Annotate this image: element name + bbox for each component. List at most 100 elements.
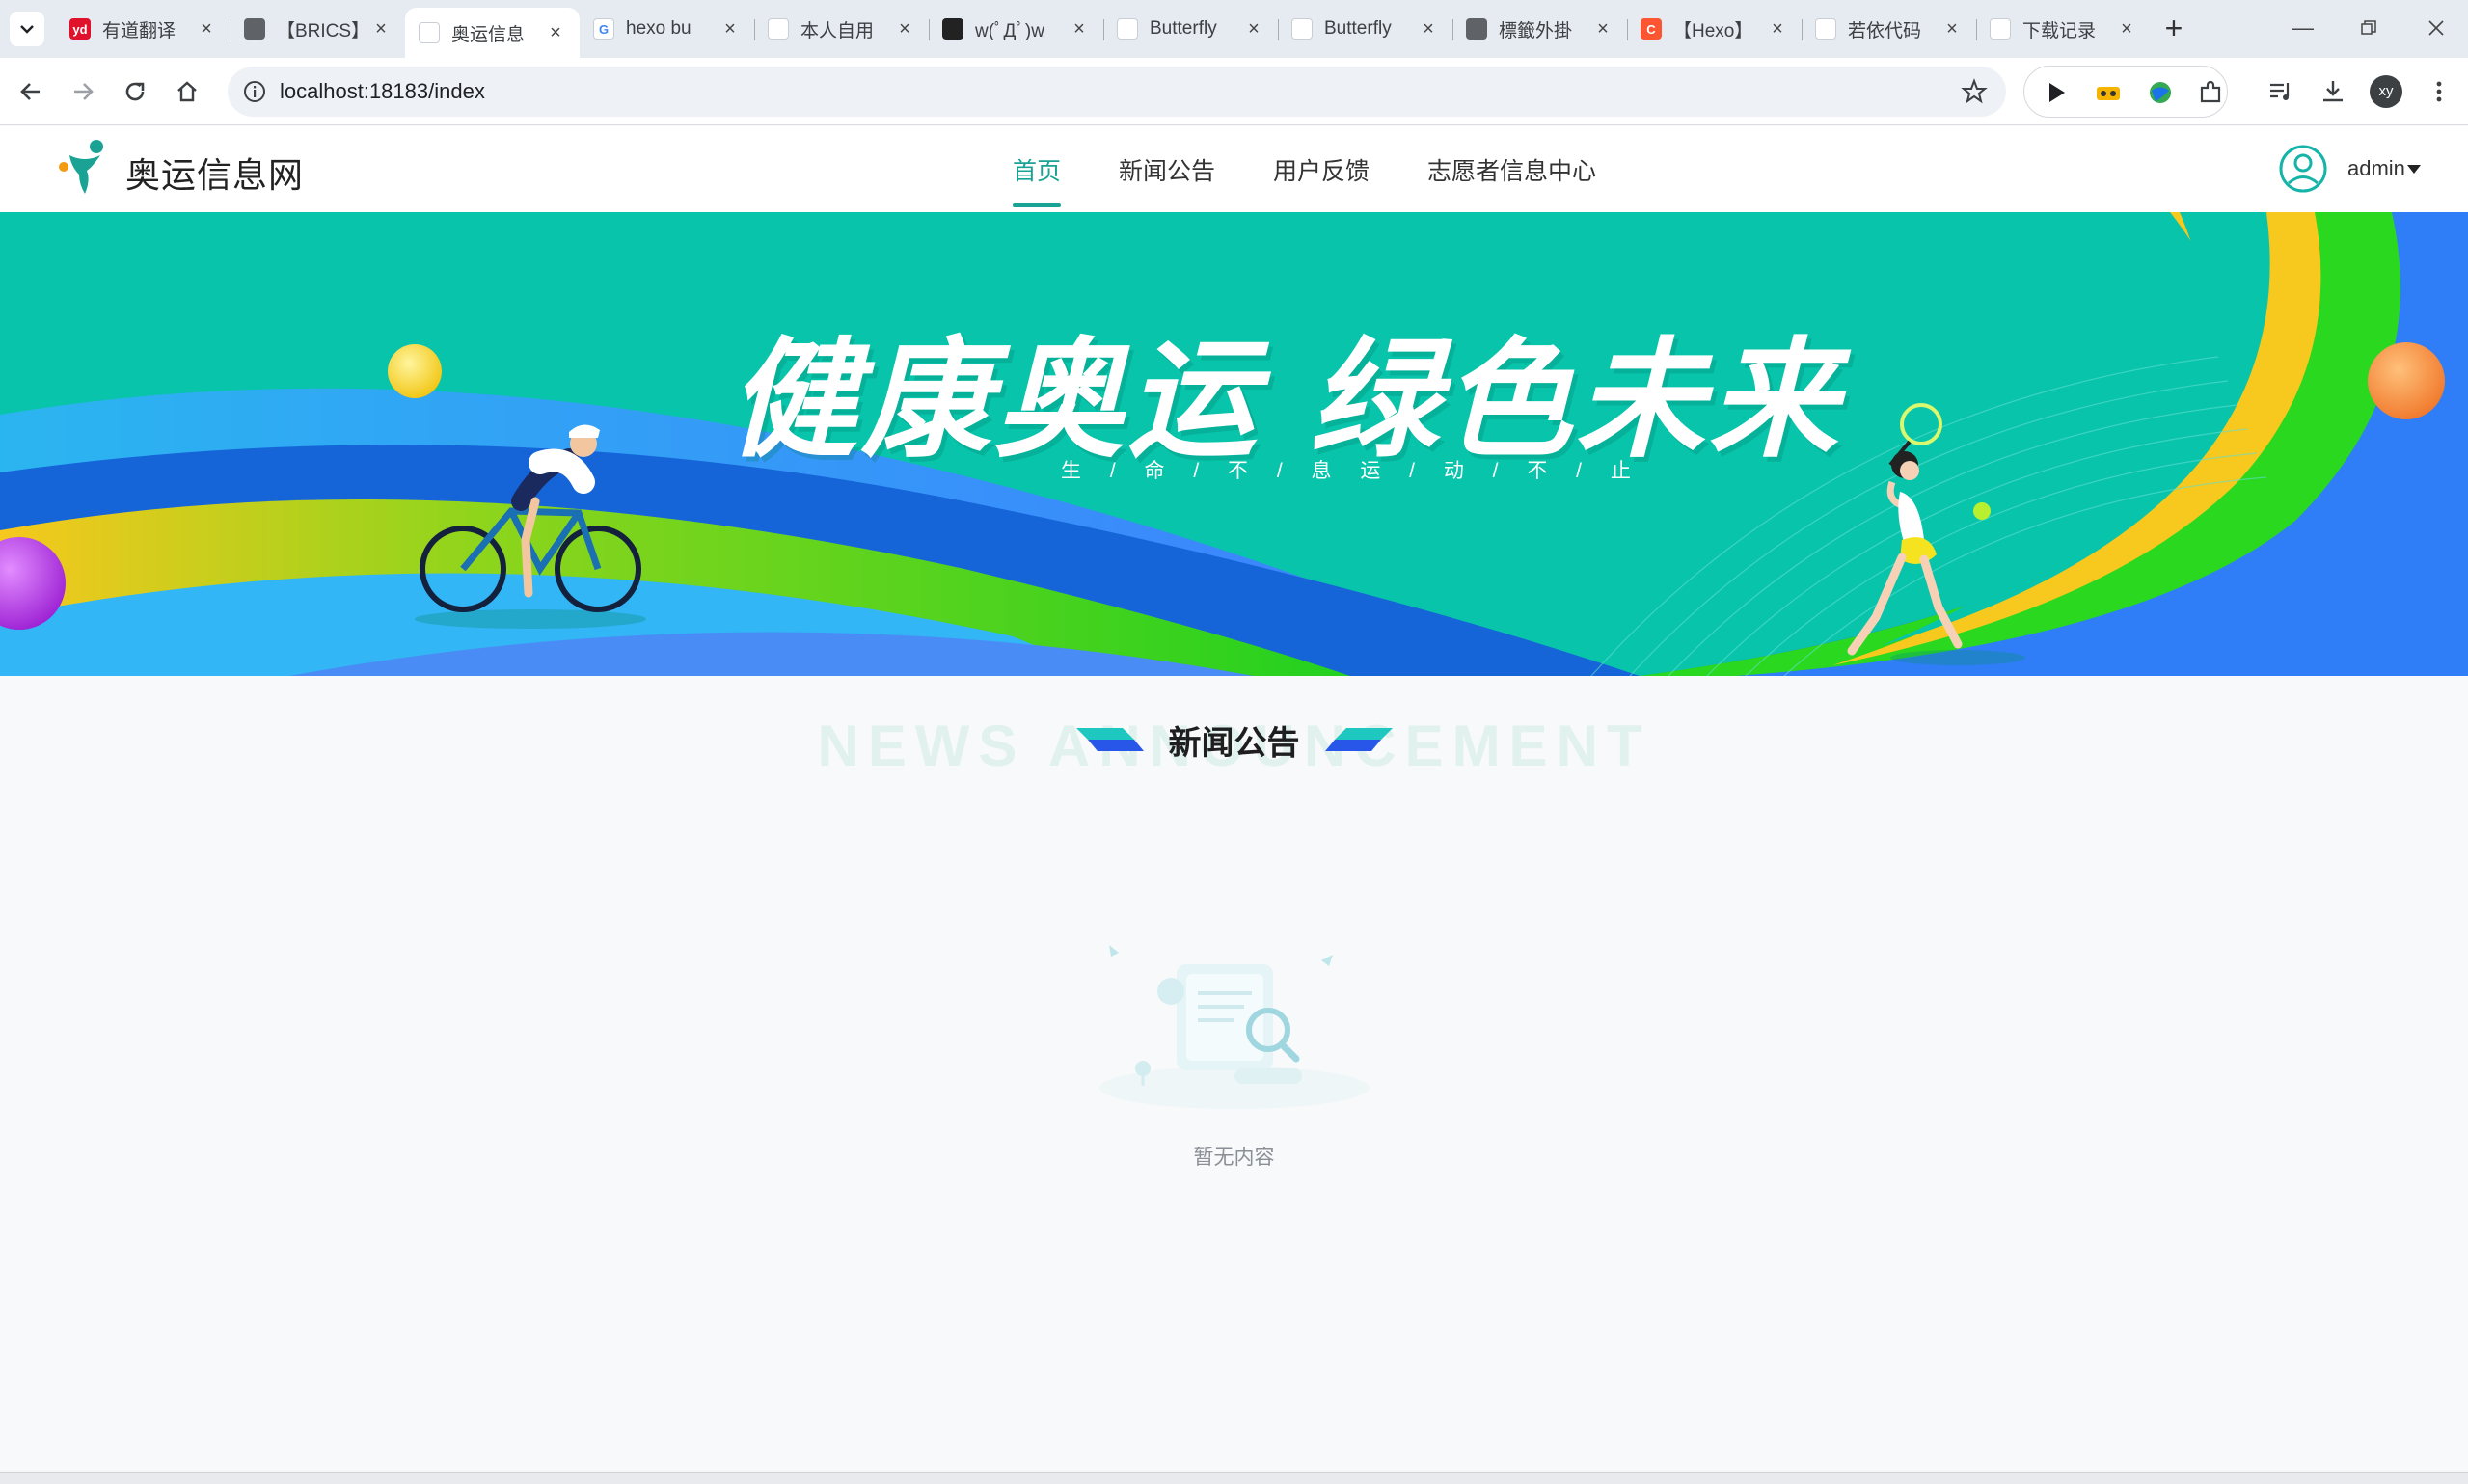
browser-tab[interactable]: 【BRICS】 × xyxy=(231,8,405,50)
tab-title: 下载记录 xyxy=(2022,20,2097,41)
globe-icon xyxy=(244,18,265,40)
browser-tab[interactable]: yd 有道翻译 × xyxy=(56,8,231,50)
tab-title: hexo bu xyxy=(626,18,692,39)
browser-tab[interactable]: 標籤外掛 × xyxy=(1452,8,1627,50)
browser-tab[interactable]: 本人自用 × xyxy=(754,8,929,50)
nav-volunteer-center[interactable]: 志愿者信息中心 xyxy=(1427,126,1596,212)
site-header: 奥运信息网 首页 新闻公告 用户反馈 志愿者信息中心 admin xyxy=(0,126,2468,212)
more-menu-icon[interactable] xyxy=(2425,77,2454,106)
globe-icon xyxy=(1466,18,1487,40)
reload-button[interactable] xyxy=(116,72,154,111)
nav-news[interactable]: 新闻公告 xyxy=(1119,126,1215,212)
tab-title: 【BRICS】 xyxy=(277,20,370,41)
hero-banner: 健康奥运 绿色未来 生 / 命 / 不 / 息 运 / 动 / 不 / 止 xyxy=(0,212,2468,676)
browser-tab[interactable]: 下载记录 × xyxy=(1976,8,2151,50)
youdao-icon: yd xyxy=(69,18,91,40)
browser-tab[interactable]: w(ﾟДﾟ)w × xyxy=(929,8,1103,50)
play-extension-icon[interactable] xyxy=(2042,78,2071,107)
butterfly-icon xyxy=(1291,18,1313,40)
tab-title: 有道翻译 xyxy=(102,20,176,41)
bookmark-star-icon[interactable] xyxy=(1960,77,1989,106)
tab-title: w(ﾟДﾟ)w xyxy=(975,20,1044,41)
site-logo-icon xyxy=(419,22,440,43)
tab-title: 奥运信息 xyxy=(451,24,526,45)
close-tab-icon[interactable]: × xyxy=(1069,18,1090,40)
nav-home[interactable]: 首页 xyxy=(1013,126,1062,212)
site-logo-icon[interactable] xyxy=(56,138,116,198)
browser-tab-strip: yd 有道翻译 × 【BRICS】 × 奥运信息 × Ghexo bu × 本人自用 × w(ﾟДﾟ)… xyxy=(0,0,2468,58)
close-tab-icon[interactable]: × xyxy=(894,18,915,40)
tampermonkey-extension-icon[interactable] xyxy=(2094,78,2123,107)
main-nav: 首页 新闻公告 用户反馈 志愿者信息中心 xyxy=(1013,126,1654,212)
tab-title: Butterfly xyxy=(1150,18,1217,39)
empty-state-illustration xyxy=(1099,945,1370,1109)
download-icon xyxy=(1990,18,2011,40)
close-tab-icon[interactable]: × xyxy=(370,18,392,40)
restore-icon xyxy=(2361,20,2376,35)
tab-list: yd 有道翻译 × 【BRICS】 × 奥运信息 × Ghexo bu × 本人自用 × w(ﾟДﾟ)… xyxy=(56,8,2151,58)
forward-button[interactable] xyxy=(64,72,102,111)
google-icon: G xyxy=(593,18,614,40)
restore-button[interactable] xyxy=(2340,13,2398,42)
minimize-button[interactable]: — xyxy=(2274,13,2332,42)
user-avatar-icon[interactable] xyxy=(2278,144,2328,194)
close-tab-icon[interactable]: × xyxy=(545,22,566,44)
browser-tab[interactable]: Ghexo bu × xyxy=(580,8,754,50)
download-icon[interactable] xyxy=(2319,77,2347,106)
user-name[interactable]: admin xyxy=(2347,156,2405,181)
browser-tab[interactable]: Butterfly × xyxy=(1278,8,1452,50)
dark-app-icon xyxy=(942,18,963,40)
empty-state-text: 暂无内容 xyxy=(1193,1147,1275,1169)
arrow-left-icon xyxy=(20,83,40,100)
title-decoration-right-icon xyxy=(1325,728,1393,751)
site-name[interactable]: 奥运信息网 xyxy=(125,148,304,198)
close-tab-icon[interactable]: × xyxy=(1592,18,1614,40)
caret-down-icon[interactable] xyxy=(2406,163,2422,175)
media-control-icon[interactable] xyxy=(2266,77,2295,106)
profile-avatar[interactable]: xy xyxy=(2370,75,2402,108)
browser-tab[interactable]: 若依代码 × xyxy=(1802,8,1976,50)
bottom-edge xyxy=(0,1472,2468,1484)
news-section-header: NEWS ANNOUNCEMENT 新闻公告 xyxy=(0,676,2468,792)
browser-toolbar: localhost:18183/index xy xyxy=(0,58,2468,125)
close-icon xyxy=(2428,20,2444,36)
extensions-group xyxy=(2023,66,2228,118)
close-tab-icon[interactable]: × xyxy=(2116,18,2137,40)
close-tab-icon[interactable]: × xyxy=(1418,18,1439,40)
person-icon xyxy=(768,18,789,40)
csdn-icon: C xyxy=(1641,18,1662,40)
address-bar[interactable]: localhost:18183/index xyxy=(228,67,2006,117)
banner-title: 健康奥运 绿色未来 xyxy=(728,325,1842,475)
chevron-down-icon xyxy=(20,25,34,34)
section-title: 新闻公告 xyxy=(1168,725,1300,762)
close-tab-icon[interactable]: × xyxy=(719,18,741,40)
puzzle-extension-icon[interactable] xyxy=(2196,78,2225,107)
tab-title: 標籤外掛 xyxy=(1499,20,1573,41)
butterfly-icon xyxy=(1117,18,1138,40)
nav-feedback[interactable]: 用户反馈 xyxy=(1273,126,1370,212)
close-tab-icon[interactable]: × xyxy=(1941,18,1963,40)
close-tab-icon[interactable]: × xyxy=(1243,18,1264,40)
close-window-button[interactable] xyxy=(2407,13,2465,42)
arrow-right-icon xyxy=(74,83,94,100)
close-tab-icon[interactable]: × xyxy=(196,18,217,40)
tab-search-button[interactable] xyxy=(10,12,44,46)
tab-title: 若依代码 xyxy=(1848,20,1922,41)
reload-icon xyxy=(125,82,145,101)
tab-title: 【Hexo】 xyxy=(1673,20,1753,41)
browser-tab[interactable]: Butterfly × xyxy=(1103,8,1278,50)
back-button[interactable] xyxy=(12,72,50,111)
new-tab-button[interactable]: + xyxy=(2158,13,2189,44)
home-button[interactable] xyxy=(168,72,206,111)
globe-extension-icon[interactable] xyxy=(2146,78,2175,107)
home-icon xyxy=(177,81,197,102)
tab-title: 本人自用 xyxy=(800,20,875,41)
close-tab-icon[interactable]: × xyxy=(1767,18,1788,40)
banner-subtitle: 生 / 命 / 不 / 息 运 / 动 / 不 / 止 xyxy=(1061,460,1642,482)
browser-tab[interactable]: C 【Hexo】 × xyxy=(1627,8,1802,50)
tab-title: Butterfly xyxy=(1324,18,1392,39)
browser-tab[interactable]: 奥运信息 × xyxy=(405,8,580,58)
ruoyi-icon xyxy=(1815,18,1836,40)
url-text: localhost:18183/index xyxy=(280,79,485,103)
site-info-icon[interactable] xyxy=(241,78,268,105)
